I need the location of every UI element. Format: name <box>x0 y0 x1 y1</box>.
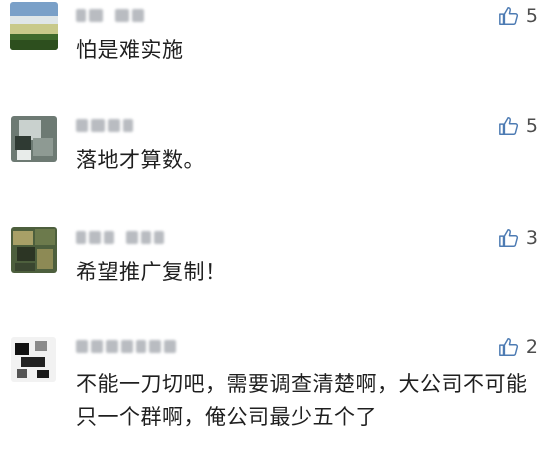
avatar[interactable] <box>11 116 57 162</box>
like-count: 5 <box>525 5 538 27</box>
comment-text: 落地才算数。 <box>76 148 205 172</box>
avatar[interactable] <box>11 337 56 382</box>
nickname-blurred[interactable] <box>76 228 164 246</box>
thumbs-up-icon <box>499 117 518 135</box>
nickname-blurred[interactable] <box>76 337 176 355</box>
avatar-image <box>11 337 56 382</box>
like-count: 5 <box>525 115 538 137</box>
thumbs-up-icon <box>499 229 518 247</box>
avatar-image <box>10 2 58 50</box>
avatar[interactable] <box>10 2 58 50</box>
like-button[interactable]: 2 <box>498 333 538 361</box>
avatar-image <box>11 227 57 273</box>
thumbs-up-icon <box>499 7 518 25</box>
comment-text: 希望推广复制！ <box>76 260 227 284</box>
like-count: 3 <box>525 227 538 249</box>
nickname-blurred[interactable] <box>76 116 133 134</box>
comment-text: 不能一刀切吧，需要调查清楚啊，大公司不可能只一个群啊，俺公司最少五个了 <box>76 372 528 429</box>
comment-list: 5 怕是难实施 5 落地才算数。 3 希望推广复制！ 2 不能一刀切吧，需要调查… <box>0 0 550 474</box>
like-button[interactable]: 5 <box>498 2 538 30</box>
thumbs-up-icon <box>499 338 518 356</box>
like-count: 2 <box>525 336 538 358</box>
nickname-blurred[interactable] <box>76 6 144 24</box>
like-button[interactable]: 5 <box>498 112 538 140</box>
avatar-image <box>11 116 57 162</box>
like-button[interactable]: 3 <box>498 224 538 252</box>
comment-text: 怕是难实施 <box>76 38 184 62</box>
avatar[interactable] <box>11 227 57 273</box>
